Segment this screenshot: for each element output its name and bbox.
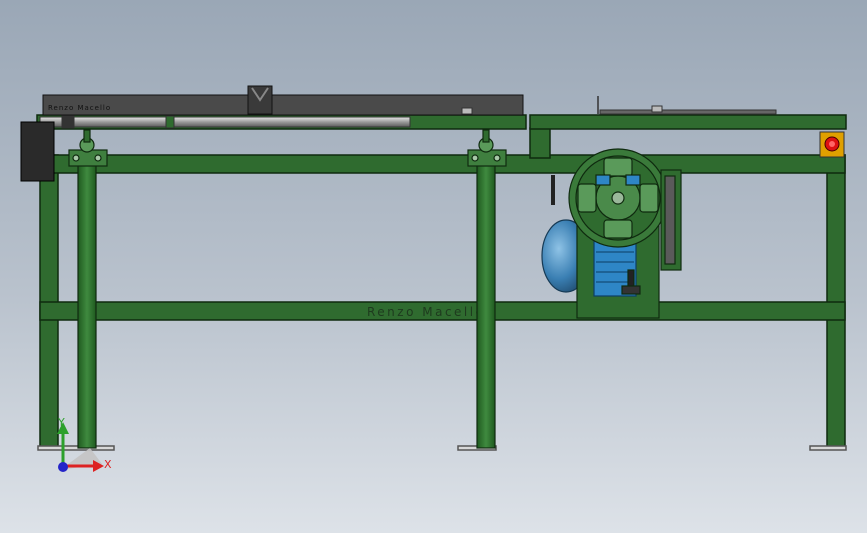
emergency-stop[interactable]	[819, 131, 845, 158]
fence-plate: Renzo Macello	[42, 85, 524, 116]
leg-left-column	[77, 162, 97, 449]
z-axis-icon	[58, 462, 68, 472]
support-leg-left	[68, 129, 108, 449]
fence-plate-label: Renzo Macello	[48, 104, 111, 112]
table-top-right	[529, 114, 847, 130]
main-frame	[36, 114, 847, 451]
cad-viewport[interactable]: Renzo Macello Renzo Macello Y X	[0, 0, 867, 533]
foot-right	[809, 445, 847, 451]
machine-drawing: Renzo Macello Renzo Macello Y X	[20, 85, 847, 472]
frame-engraving: Renzo Macello	[367, 305, 485, 319]
motor-assembly	[541, 148, 682, 319]
frame-top-rail	[39, 154, 846, 174]
left-end-cap	[20, 121, 55, 182]
leg-middle-column	[476, 162, 496, 449]
guide-tube	[39, 115, 411, 129]
x-axis-label: X	[104, 458, 112, 471]
y-axis-label: Y	[57, 416, 65, 429]
table-accessories	[597, 96, 777, 115]
frame-riser	[529, 127, 551, 159]
support-leg-middle	[467, 129, 507, 449]
foot-left	[37, 445, 115, 451]
